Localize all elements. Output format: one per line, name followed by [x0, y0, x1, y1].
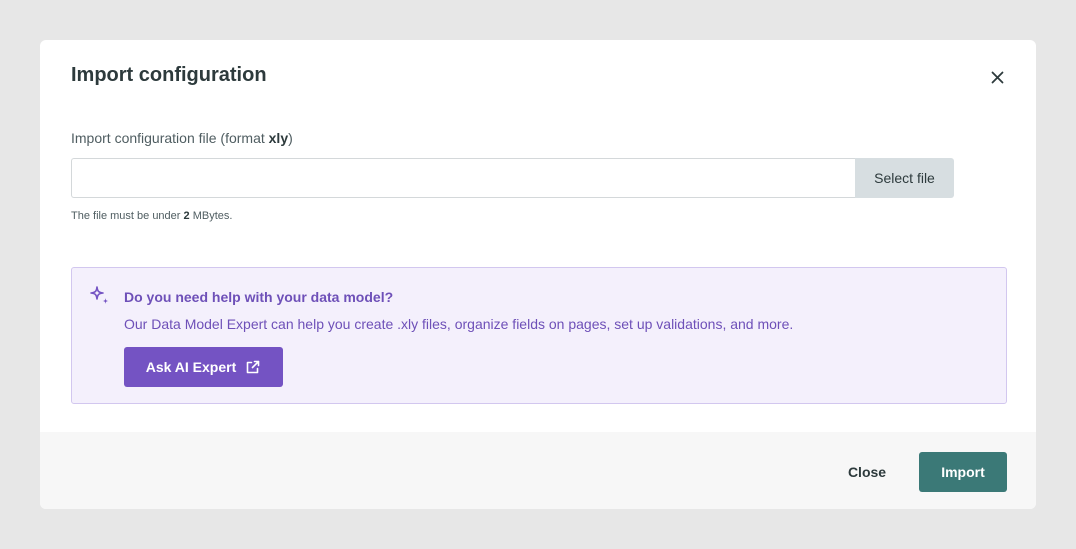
file-picker: Select file: [71, 158, 954, 198]
close-icon[interactable]: [984, 64, 1010, 90]
ask-ai-expert-button[interactable]: Ask AI Expert: [124, 347, 283, 387]
ask-ai-expert-label: Ask AI Expert: [145, 359, 237, 375]
file-field-label-prefix: Import configuration file (format: [71, 130, 269, 146]
file-size-hint: The file must be under 2 MBytes.: [71, 209, 232, 223]
file-format: xly: [268, 130, 289, 146]
select-file-button[interactable]: Select file: [855, 158, 954, 198]
ai-help-description: Our Data Model Expert can help you creat…: [124, 316, 794, 332]
file-field-label-suffix: ): [288, 130, 293, 146]
dialog-footer: Close Import: [40, 432, 1036, 509]
file-field-label: Import configuration file (format xly): [71, 129, 293, 147]
dialog-title: Import configuration: [71, 64, 267, 86]
import-configuration-dialog: Import configuration Import configuratio…: [40, 40, 1036, 509]
external-link-icon: [245, 359, 261, 375]
hint-suffix: MBytes.: [189, 210, 233, 222]
ai-help-panel: Do you need help with your data model? O…: [71, 267, 1007, 404]
import-button[interactable]: Import: [919, 452, 1007, 492]
close-button[interactable]: Close: [835, 452, 899, 492]
sparkle-icon: [88, 284, 112, 308]
hint-prefix: The file must be under: [71, 210, 184, 222]
ai-help-title: Do you need help with your data model?: [124, 289, 394, 305]
file-path-input[interactable]: [71, 158, 855, 198]
